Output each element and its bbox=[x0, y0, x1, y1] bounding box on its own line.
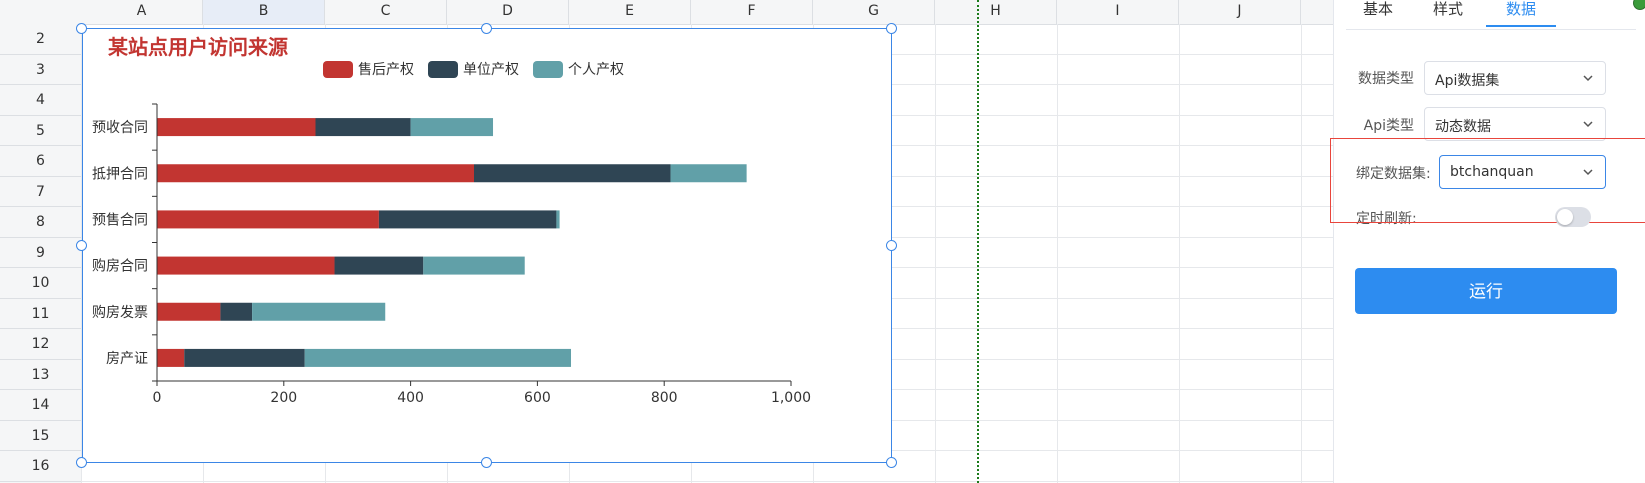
resize-handle-middle-right[interactable] bbox=[886, 240, 897, 251]
bar-4-2 bbox=[252, 302, 386, 321]
bar-5-0 bbox=[157, 348, 185, 367]
resize-handle-top-right[interactable] bbox=[886, 23, 897, 34]
row-header-12[interactable]: 12 bbox=[0, 329, 81, 360]
column-header-a[interactable]: A bbox=[81, 0, 203, 24]
page-break-line bbox=[977, 0, 979, 483]
x-tick-label: 800 bbox=[651, 390, 678, 406]
toggle-knob bbox=[1557, 209, 1573, 225]
tab-basic[interactable]: 基本 bbox=[1360, 0, 1396, 27]
row-header-7[interactable]: 7 bbox=[0, 177, 81, 207]
bar-1-1 bbox=[474, 164, 671, 183]
chart-legend[interactable]: 售后产权 单位产权 个人产权 bbox=[323, 61, 624, 78]
chart-bars bbox=[157, 118, 747, 367]
bar-3-1 bbox=[334, 256, 424, 275]
legend-label: 个人产权 bbox=[568, 62, 624, 78]
bar-3-0 bbox=[157, 256, 335, 275]
category-label: 购房发票 bbox=[92, 305, 148, 321]
category-label: 房产证 bbox=[106, 351, 148, 367]
row-header-15[interactable]: 15 bbox=[0, 421, 81, 451]
chevron-down-icon bbox=[1583, 75, 1593, 82]
category-label: 预售合同 bbox=[92, 212, 148, 228]
resize-handle-top-center[interactable] bbox=[481, 23, 492, 34]
row-header-9[interactable]: 9 bbox=[0, 238, 81, 268]
row-header-5[interactable]: 5 bbox=[0, 116, 81, 146]
column-header-bar: ABCDEFGHIJ bbox=[0, 0, 1333, 25]
column-header-g[interactable]: G bbox=[813, 0, 935, 24]
column-header-h[interactable]: H bbox=[935, 0, 1057, 24]
row-header-13[interactable]: 13 bbox=[0, 360, 81, 390]
data-type-value: Api数据集 bbox=[1435, 73, 1500, 89]
run-button[interactable]: 运行 bbox=[1355, 268, 1617, 314]
resize-handle-bottom-center[interactable] bbox=[481, 457, 492, 468]
spreadsheet-grid[interactable]: ABCDEFGHIJ 2 3 4 5 6 7 8 9 10 11 12 13 14 15 16 某站点用户访… bbox=[0, 0, 1333, 483]
bar-5-1 bbox=[184, 348, 305, 367]
x-tick-label: 600 bbox=[524, 390, 551, 406]
legend-swatch bbox=[428, 61, 458, 78]
resize-handle-top-left[interactable] bbox=[76, 23, 87, 34]
data-type-label: 数据类型 bbox=[1358, 71, 1414, 87]
resize-handle-bottom-left[interactable] bbox=[76, 457, 87, 468]
bar-0-1 bbox=[315, 118, 411, 137]
row-header-2[interactable]: 2 bbox=[0, 24, 81, 55]
x-tick-label: 0 bbox=[153, 390, 162, 406]
api-type-value: 动态数据 bbox=[1435, 119, 1491, 135]
bar-5-2 bbox=[304, 348, 572, 367]
bar-4-0 bbox=[157, 302, 221, 321]
chart-title: 某站点用户访问来源 bbox=[108, 35, 288, 59]
row-header-11[interactable]: 11 bbox=[0, 299, 81, 329]
data-type-select[interactable]: Api数据集 bbox=[1424, 61, 1606, 95]
bar-3-2 bbox=[423, 256, 525, 275]
legend-label: 单位产权 bbox=[463, 62, 519, 78]
bar-1-0 bbox=[157, 164, 474, 183]
tab-data[interactable]: 数据 bbox=[1486, 0, 1556, 27]
legend-item-0[interactable]: 售后产权 bbox=[323, 61, 414, 78]
row-header-14[interactable]: 14 bbox=[0, 390, 81, 421]
timed-refresh-toggle[interactable] bbox=[1555, 207, 1591, 227]
legend-item-2[interactable]: 个人产权 bbox=[533, 61, 624, 78]
column-header-d[interactable]: D bbox=[447, 0, 569, 24]
column-header-f[interactable]: F bbox=[691, 0, 813, 24]
x-tick-label: 400 bbox=[397, 390, 424, 406]
row-header-bar: 2 3 4 5 6 7 8 9 10 11 12 13 14 15 16 bbox=[0, 24, 82, 483]
resize-handle-bottom-right[interactable] bbox=[886, 457, 897, 468]
bar-0-2 bbox=[410, 118, 494, 137]
chevron-down-icon bbox=[1583, 121, 1593, 128]
panel-tabs: 基本 样式 数据 bbox=[1346, 0, 1636, 30]
category-label: 抵押合同 bbox=[92, 166, 148, 182]
legend-label: 售后产权 bbox=[358, 62, 414, 78]
bar-2-2 bbox=[556, 210, 560, 229]
row-header-4[interactable]: 4 bbox=[0, 85, 81, 116]
category-label: 购房合同 bbox=[92, 259, 148, 275]
api-type-label: Api类型 bbox=[1363, 118, 1414, 134]
bar-4-1 bbox=[220, 302, 253, 321]
row-header-3[interactable]: 3 bbox=[0, 55, 81, 85]
category-label: 预收合同 bbox=[92, 120, 148, 136]
chart-container[interactable]: 某站点用户访问来源 售后产权 单位产权 个人产权 预收合同抵押合同预售合同购房合同购… bbox=[82, 28, 892, 463]
legend-item-1[interactable]: 单位产权 bbox=[428, 61, 519, 78]
bar-2-1 bbox=[378, 210, 557, 229]
stacked-bar-chart: 某站点用户访问来源 售后产权 单位产权 个人产权 预收合同抵押合同预售合同购房合同购… bbox=[92, 35, 811, 406]
row-header-10[interactable]: 10 bbox=[0, 268, 81, 299]
property-panel: 基本 样式 数据 数据类型 Api数据集 Api类型 动态数据 绑定数据集: b… bbox=[1333, 0, 1645, 483]
legend-swatch bbox=[323, 61, 353, 78]
x-tick-label: 200 bbox=[270, 390, 297, 406]
bar-2-0 bbox=[157, 210, 379, 229]
highlight-annotation-box bbox=[1330, 138, 1645, 223]
bar-1-2 bbox=[670, 164, 747, 183]
api-type-select[interactable]: 动态数据 bbox=[1424, 107, 1606, 141]
row-header-16[interactable]: 16 bbox=[0, 451, 81, 482]
column-header-j[interactable]: J bbox=[1179, 0, 1301, 24]
row-header-8[interactable]: 8 bbox=[0, 207, 81, 238]
row-header-6[interactable]: 6 bbox=[0, 146, 81, 177]
bar-0-0 bbox=[157, 118, 316, 137]
legend-swatch bbox=[533, 61, 563, 78]
column-header-e[interactable]: E bbox=[569, 0, 691, 24]
status-dot-icon bbox=[1633, 0, 1645, 10]
x-tick-label: 1,000 bbox=[771, 390, 811, 406]
column-header-b[interactable]: B bbox=[203, 0, 325, 24]
tab-style[interactable]: 样式 bbox=[1430, 0, 1466, 27]
resize-handle-middle-left[interactable] bbox=[76, 240, 87, 251]
column-header-c[interactable]: C bbox=[325, 0, 447, 24]
column-header-i[interactable]: I bbox=[1057, 0, 1179, 24]
